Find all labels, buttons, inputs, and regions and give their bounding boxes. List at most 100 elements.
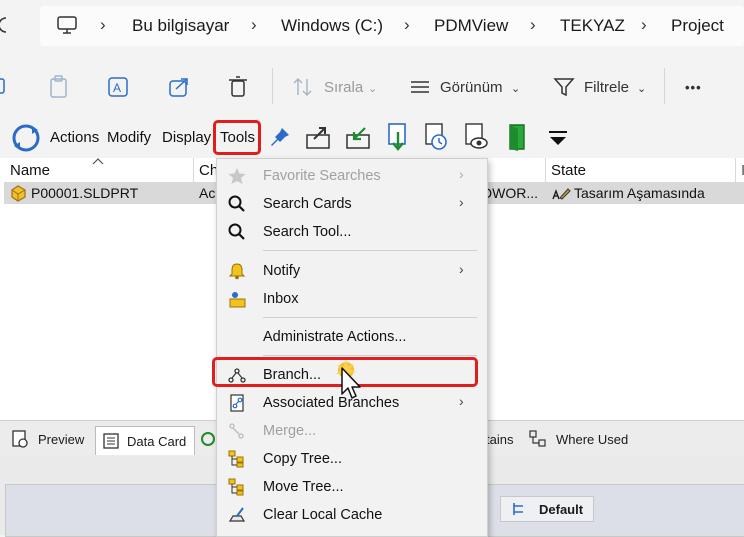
breadcrumb-tekyaz[interactable]: TEKYAZ xyxy=(560,16,625,36)
tools-highlight xyxy=(213,120,261,155)
menu-item-merge[interactable]: Merge... xyxy=(217,417,487,445)
preview-icon xyxy=(12,430,28,448)
submenu-arrow-icon: › xyxy=(459,194,464,210)
rename-icon[interactable]: A xyxy=(107,75,131,99)
bell-icon xyxy=(228,263,246,280)
pdm-refresh-icon[interactable] xyxy=(10,122,42,154)
tab-data-card[interactable]: Data Card xyxy=(95,426,195,455)
column-header-name[interactable]: Name xyxy=(10,162,50,179)
submenu-arrow-icon: › xyxy=(459,393,464,409)
filter-button[interactable]: Filtrele xyxy=(584,79,629,96)
address-bar: › Bu bilgisayar › Windows (C:) › PDMView… xyxy=(0,0,744,54)
configuration-tab-default[interactable]: Default xyxy=(500,496,594,522)
star-icon xyxy=(228,168,246,184)
view-icon xyxy=(411,81,429,93)
view-file-icon[interactable] xyxy=(462,122,490,152)
menu-item-label: Clear Local Cache xyxy=(263,507,383,523)
menu-item-copy-tree[interactable]: Copy Tree... xyxy=(217,445,487,473)
svg-text:A: A xyxy=(113,81,121,95)
sort-ascending-icon xyxy=(92,158,104,165)
sort-icon xyxy=(293,77,312,97)
share-icon[interactable] xyxy=(168,75,192,99)
search-icon xyxy=(228,195,245,212)
submenu-arrow-icon: › xyxy=(459,261,464,277)
menu-item-search-cards[interactable]: Search Cards › xyxy=(217,190,487,218)
command-bar: A Sırala ⌄ Görünüm ⌄ Filtrele ⌄ ••• xyxy=(0,56,744,118)
configuration-icon xyxy=(513,503,523,515)
state-pencil-icon xyxy=(552,188,571,200)
row-checked-by: Ac xyxy=(199,185,216,201)
menu-item-label: Search Tool... xyxy=(263,224,352,240)
tab-contains[interactable]: tains xyxy=(486,432,513,456)
delete-icon[interactable] xyxy=(227,75,249,99)
paste-icon[interactable] xyxy=(48,75,70,99)
copy-tree-icon xyxy=(228,450,244,468)
tab-data-card-label: Data Card xyxy=(127,434,187,449)
menu-item-inbox[interactable]: Inbox xyxy=(217,285,487,313)
search-icon xyxy=(228,223,245,240)
chevron-down-icon: ⌄ xyxy=(368,83,378,95)
refresh-icon[interactable] xyxy=(0,14,10,36)
chevron-right-icon: › xyxy=(641,15,647,34)
clear-cache-icon xyxy=(228,507,246,522)
chevron-down-icon: ⌄ xyxy=(511,83,521,95)
new-item-icon[interactable] xyxy=(0,76,8,98)
where-used-icon xyxy=(529,430,546,447)
menu-item-label: Administrate Actions... xyxy=(263,329,407,345)
pin-icon[interactable] xyxy=(268,125,292,149)
move-tree-icon xyxy=(228,478,244,496)
menu-item-label: Move Tree... xyxy=(263,479,344,495)
inbox-icon xyxy=(229,292,246,308)
breadcrumb-drive-c[interactable]: Windows (C:) xyxy=(281,16,383,36)
data-card-icon xyxy=(103,433,119,449)
mouse-cursor-icon xyxy=(336,360,361,399)
menu-modify[interactable]: Modify xyxy=(107,129,151,146)
sort-button[interactable]: Sırala xyxy=(324,79,363,96)
menu-item-label: Favorite Searches xyxy=(263,168,381,184)
menu-item-label: Search Cards xyxy=(263,196,352,212)
view-button[interactable]: Görünüm xyxy=(440,79,503,96)
breadcrumb-project[interactable]: Project xyxy=(671,16,724,36)
chevron-right-icon: › xyxy=(100,15,106,34)
menu-actions[interactable]: Actions xyxy=(50,129,99,146)
menu-item-notify[interactable]: Notify › xyxy=(217,257,487,285)
history-icon[interactable] xyxy=(422,122,450,152)
merge-icon xyxy=(229,423,244,439)
associated-branches-icon xyxy=(230,394,244,412)
menu-item-administrate-actions[interactable]: Administrate Actions... xyxy=(217,323,487,351)
menu-item-label: Inbox xyxy=(263,291,299,307)
submenu-arrow-icon: › xyxy=(459,166,464,182)
open-green-folder-icon[interactable] xyxy=(504,122,532,152)
chevron-right-icon: › xyxy=(530,15,536,34)
breadcrumb-pdmview[interactable]: PDMView xyxy=(434,16,508,36)
chevron-right-icon: › xyxy=(404,15,410,34)
configuration-label: Default xyxy=(539,502,584,517)
tab-where-used-label: Where Used xyxy=(556,432,629,447)
menu-item-favorite-searches[interactable]: Favorite Searches › xyxy=(217,162,487,190)
chevron-right-icon: › xyxy=(251,15,257,34)
menu-item-clear-local-cache[interactable]: Clear Local Cache xyxy=(217,501,487,529)
menu-item-move-tree[interactable]: Move Tree... xyxy=(217,473,487,501)
menu-display[interactable]: Display xyxy=(162,129,211,146)
menu-item-label: Notify xyxy=(263,263,301,279)
menu-item-label: Merge... xyxy=(263,423,317,439)
tab-preview-label: Preview xyxy=(38,432,85,447)
row-state: Tasarım Aşamasında xyxy=(574,185,705,201)
filter-icon xyxy=(553,78,575,97)
more-options-button[interactable]: ••• xyxy=(685,80,702,95)
sldprt-part-icon xyxy=(11,185,26,202)
row-path-part: DWOR... xyxy=(482,185,538,201)
tab-where-used[interactable]: Where Used xyxy=(528,429,638,453)
check-out-icon[interactable] xyxy=(304,123,334,151)
tab-preview[interactable]: Preview xyxy=(8,429,92,453)
get-latest-icon[interactable] xyxy=(384,122,412,152)
chevron-down-icon: ⌄ xyxy=(637,83,647,95)
breadcrumb-this-pc[interactable]: Bu bilgisayar xyxy=(132,16,229,36)
computer-icon xyxy=(57,16,77,34)
overflow-dropdown-icon[interactable] xyxy=(546,128,570,148)
column-header-state[interactable]: State xyxy=(551,162,586,179)
menu-item-search-tool[interactable]: Search Tool... xyxy=(217,218,487,246)
check-in-icon[interactable] xyxy=(344,123,374,151)
menu-item-label: Copy Tree... xyxy=(263,451,342,467)
version-icon[interactable] xyxy=(199,430,217,448)
